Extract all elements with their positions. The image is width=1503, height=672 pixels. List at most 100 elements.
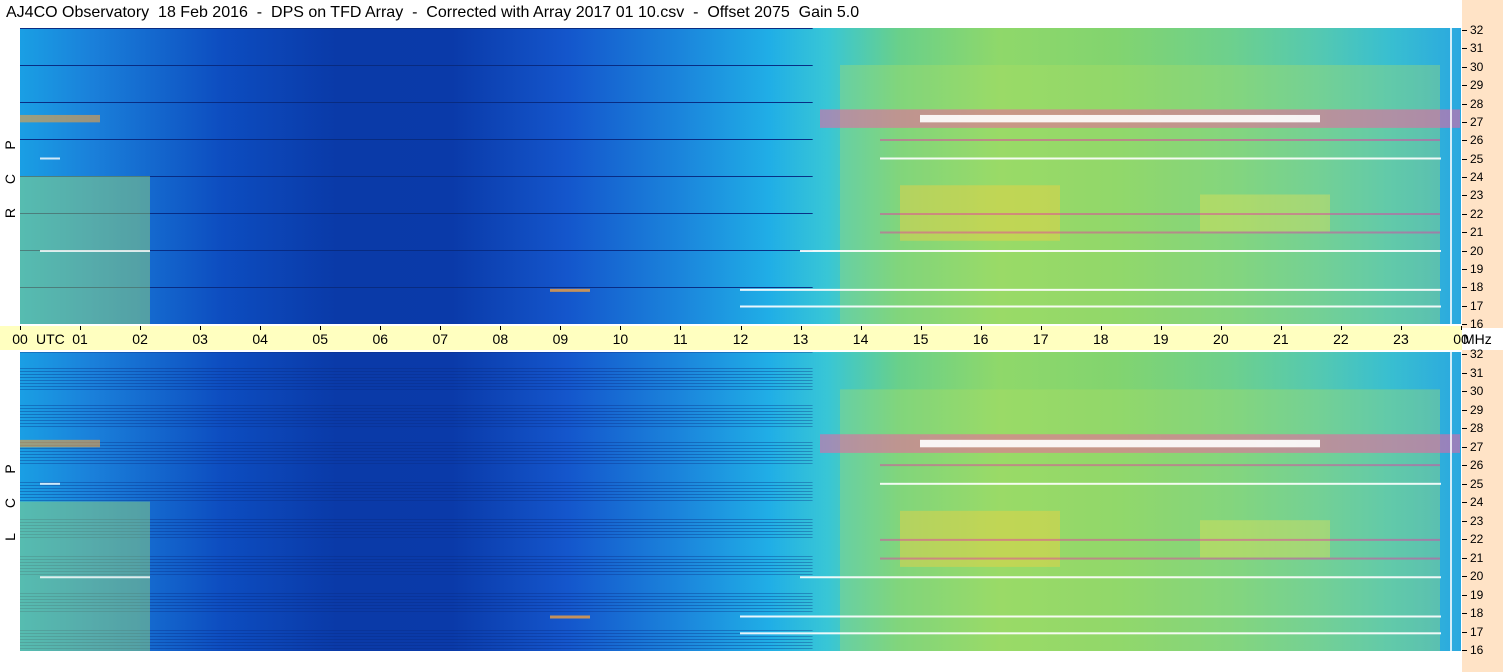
freq-tick-mark [1462,391,1467,392]
time-tick-label: 18 [1092,331,1109,347]
freq-tick-mark [1462,447,1467,448]
spectral-band [20,102,813,103]
spectral-band [20,352,813,353]
freq-tick-label: 30 [1470,384,1484,398]
spectral-band [20,605,813,606]
spectral-band [20,482,813,483]
spectral-band [740,615,1441,618]
freq-tick-label: 29 [1470,78,1484,92]
spectral-band [20,442,813,443]
freq-tick-label: 17 [1470,625,1484,639]
spectral-band [20,176,813,177]
spectral-band [880,139,1440,141]
spectral-band [20,420,813,421]
freq-tick-mark [1462,373,1467,374]
spectral-band [880,157,1441,160]
spectral-band [20,213,813,214]
spectral-band [800,576,1441,579]
freq-tick-label: 30 [1470,60,1484,74]
time-tick-label: 12 [732,331,749,347]
spectral-band [550,615,590,619]
time-tick-mark [741,326,742,330]
spectral-band [20,405,813,406]
time-tick-mark [140,326,141,330]
spectral-band [20,639,813,640]
freq-tick-mark [1462,484,1467,485]
spectral-band [20,250,813,251]
freq-tick-label: 24 [1470,495,1484,509]
spectral-band [20,408,813,409]
spectral-band [20,28,813,29]
freq-tick-mark [1462,465,1467,466]
spectral-band [20,28,813,29]
freq-tick-label: 25 [1470,152,1484,166]
spectral-band [20,423,813,424]
spectral-band [20,250,813,251]
spectral-band [1450,28,1452,324]
time-tick-mark [1161,326,1162,330]
freq-axis-lcp: 32 31 30 29 28 27 26 25 24 23 22 21 20 19 18 17 16 [1462,348,1503,672]
spectral-band [20,139,813,140]
spectral-band [880,538,1440,541]
spectral-band [20,497,813,498]
freq-tick-label: 28 [1470,97,1484,111]
spectral-band [20,488,813,489]
spectral-band [20,525,813,526]
spectral-band [20,176,813,177]
time-tick-label: 13 [792,331,809,347]
spectral-band [20,287,813,288]
freq-tick-label: 16 [1470,643,1484,657]
freq-tick-mark [1462,324,1467,325]
spectral-band [20,287,813,288]
time-tick-mark [620,326,621,330]
spectral-band [20,426,813,427]
spectral-band [20,383,813,384]
spectral-band [20,65,813,66]
spectrogram-lcp [20,352,1461,651]
spectral-band [20,463,813,464]
freq-tick-mark [1462,306,1467,307]
spectral-band [20,368,813,369]
spectral-band [40,482,60,485]
spectral-band [20,445,813,446]
spectral-band [20,636,813,637]
spectral-band [20,556,813,557]
spectral-band [20,114,100,123]
spectral-band [880,231,1440,234]
lcp-bands [20,352,1460,651]
spectral-band [20,386,813,387]
spectral-band [20,213,813,214]
time-tick-mark [801,326,802,330]
time-tick-mark [1401,326,1402,330]
chart-title: AJ4CO Observatory 18 Feb 2016 - DPS on T… [6,4,860,21]
spectral-band [40,157,60,160]
spectral-band [20,599,813,600]
spectral-band [20,457,813,458]
freq-tick-label: 18 [1470,606,1484,620]
time-tick-mark [1341,326,1342,330]
spectral-band [880,482,1441,485]
spectral-band [20,562,813,563]
time-tick-label: 01 [72,331,88,347]
spectral-band [20,500,813,501]
spectral-band [20,28,813,29]
spectral-band [20,519,813,520]
spectral-band [20,65,813,66]
panel-label-rcp: PCR [0,128,20,230]
time-tick-mark [80,326,81,330]
spectral-band [20,176,813,177]
time-tick-label: 16 [972,331,989,347]
time-tick-mark [500,326,501,330]
time-tick-label: 08 [492,331,509,347]
spectral-band [20,528,813,529]
spectral-band [20,608,813,609]
freq-tick-label: 17 [1470,299,1484,313]
freq-tick-mark [1462,104,1467,105]
freq-tick-label: 20 [1470,569,1484,583]
time-tick-label: 02 [132,331,148,347]
freq-tick-mark [1462,214,1467,215]
spectral-band [920,114,1320,123]
time-tick-label: 03 [192,331,208,347]
freq-tick-label: 20 [1470,244,1484,258]
freq-tick-label: 26 [1470,458,1484,472]
